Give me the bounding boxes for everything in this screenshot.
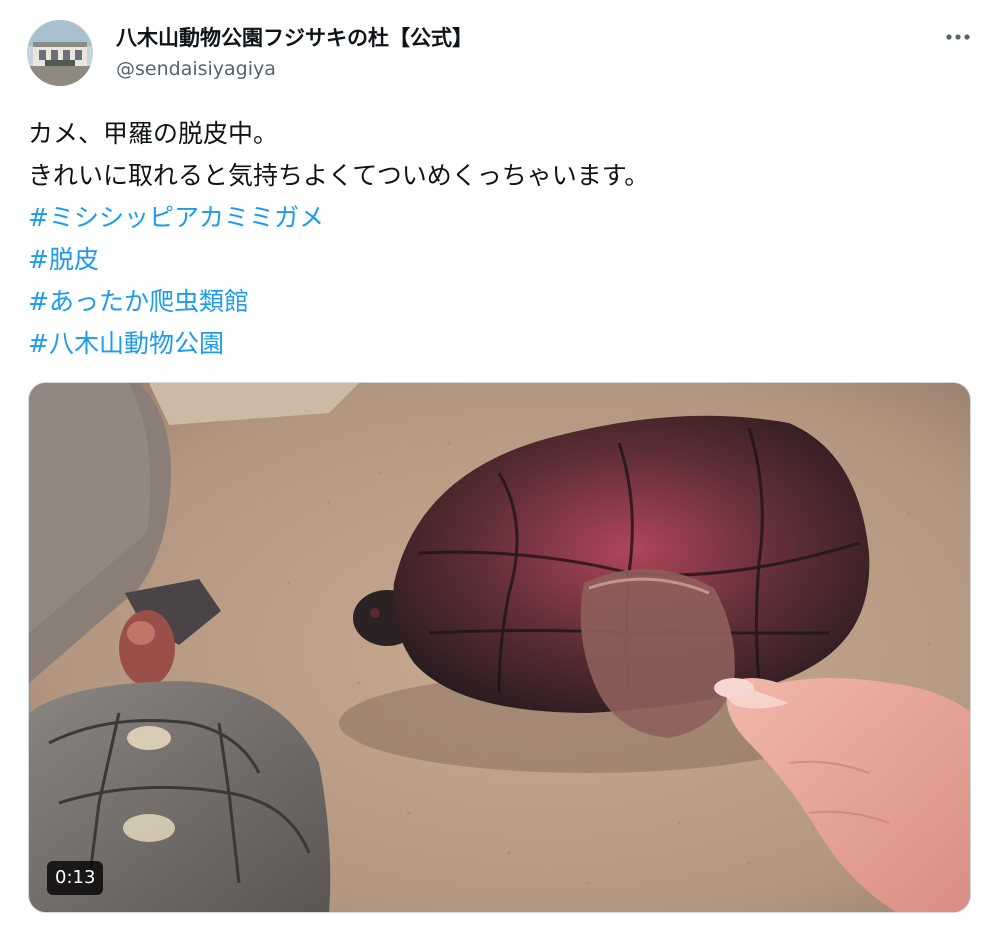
tweet: 八木山動物公園フジサキの杜【公式】 @sendaisiyagiya カメ、甲羅の…: [0, 0, 1000, 935]
video-player[interactable]: 0:13: [28, 382, 971, 913]
more-options-button[interactable]: [938, 22, 978, 52]
author-avatar[interactable]: [27, 20, 93, 86]
tweet-text-line: きれいに取れると気持ちよくてついめくっちゃいます。: [28, 161, 650, 190]
video-thumbnail: [29, 383, 970, 912]
tweet-text-line: カメ、甲羅の脱皮中。: [28, 119, 279, 148]
more-horizontal-icon: [946, 34, 970, 40]
author-display-name[interactable]: 八木山動物公園フジサキの杜【公式】: [116, 22, 473, 52]
hashtag-link[interactable]: #八木山動物公園: [28, 323, 968, 365]
hashtag-link[interactable]: #あったか爬虫類館: [28, 281, 968, 323]
hashtag-link[interactable]: #ミシシッピアカミミガメ: [28, 197, 968, 239]
author-handle[interactable]: @sendaisiyagiya: [116, 58, 276, 80]
hashtag-link[interactable]: #脱皮: [28, 239, 968, 281]
video-duration-badge: 0:13: [47, 861, 104, 895]
tweet-text: カメ、甲羅の脱皮中。 きれいに取れると気持ちよくてついめくっちゃいます。 #ミシ…: [28, 113, 968, 365]
